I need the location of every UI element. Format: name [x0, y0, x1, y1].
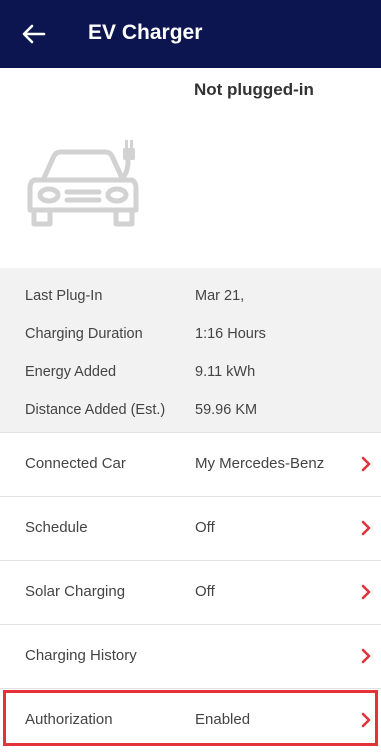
chevron-right-icon: [361, 456, 371, 472]
stat-row-distance-added: Distance Added (Est.) 59.96 KM: [0, 402, 381, 422]
settings-row-charging-history[interactable]: Charging History: [0, 624, 381, 689]
chevron-right-icon: [361, 584, 371, 600]
chevron-right-icon: [361, 520, 371, 536]
setting-label: Solar Charging: [25, 583, 126, 600]
chevron-right-icon: [361, 648, 371, 664]
setting-label: Charging History: [25, 647, 137, 664]
car-charging-icon: [27, 140, 139, 227]
settings-row-authorization[interactable]: Authorization Enabled: [0, 688, 381, 753]
setting-value: My Mercedes-Benz: [195, 455, 325, 472]
stat-label: Energy Added: [25, 364, 117, 380]
page-title: EV Charger: [88, 21, 203, 44]
stat-value: 59.96 KM: [195, 402, 258, 418]
setting-value: Off: [195, 583, 215, 600]
settings-row-solar-charging[interactable]: Solar Charging Off: [0, 560, 381, 625]
charging-stats: Last Plug-In Mar 21, Charging Duration 1…: [0, 268, 381, 432]
charging-status: Not plugged-in: [194, 80, 314, 99]
setting-label: Authorization: [25, 711, 113, 728]
setting-value: Off: [195, 519, 215, 536]
chevron-right-icon: [361, 712, 371, 728]
stat-row-last-plug-in: Last Plug-In Mar 21,: [0, 288, 381, 308]
stat-value: 1:16 Hours: [195, 326, 266, 342]
settings-row-schedule[interactable]: Schedule Off: [0, 496, 381, 561]
app-header: EV Charger: [0, 0, 381, 68]
stat-label: Last Plug-In: [25, 288, 103, 304]
arrow-left-icon[interactable]: [20, 20, 48, 48]
setting-value: Enabled: [195, 711, 251, 728]
setting-label: Schedule: [25, 519, 88, 536]
settings-row-connected-car[interactable]: Connected Car My Mercedes-Benz: [0, 432, 381, 497]
stat-label: Distance Added (Est.): [25, 402, 166, 418]
stat-label: Charging Duration: [25, 326, 143, 342]
setting-label: Connected Car: [25, 455, 126, 472]
stat-row-energy-added: Energy Added 9.11 kWh: [0, 364, 381, 384]
stat-row-charging-duration: Charging Duration 1:16 Hours: [0, 326, 381, 346]
stat-value: Mar 21,: [195, 288, 245, 304]
stat-value: 9.11 kWh: [195, 364, 256, 380]
